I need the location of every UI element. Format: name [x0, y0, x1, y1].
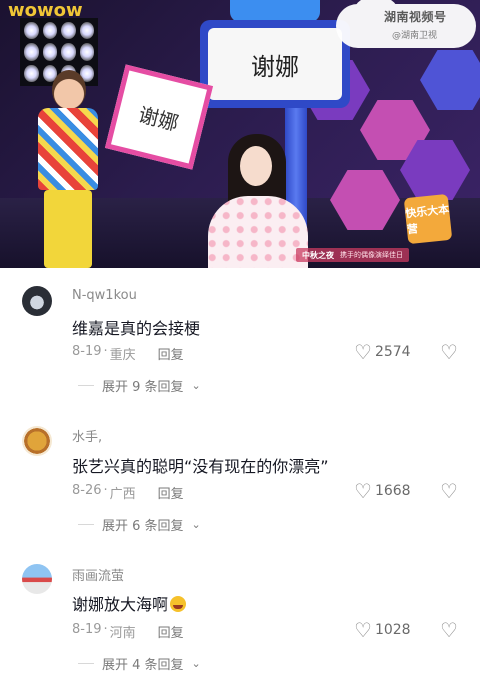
show-logo-text: wowow [8, 0, 83, 21]
caption-bar: 中秋之夜 携手的偶像演绎佳日 [296, 248, 409, 262]
caption-subtitle: 携手的偶像演绎佳日 [340, 251, 403, 259]
name-signboard: 谢娜 [200, 20, 350, 108]
held-card: 谢娜 [104, 64, 214, 170]
chevron-down-icon: ⌄ [191, 518, 201, 531]
heart-outline-icon: ♡ [354, 479, 372, 503]
reply-button[interactable]: 回复 [158, 622, 184, 641]
guest-figure [208, 134, 308, 268]
comment-username[interactable]: 雨画流萤 [72, 565, 124, 584]
heart-outline-icon: ♡ [354, 340, 372, 364]
host-figure [38, 70, 98, 268]
reply-button[interactable]: 回复 [158, 344, 184, 363]
comment-username[interactable]: 水手, [72, 426, 102, 445]
comment-text: 谢娜放大海啊 [72, 591, 187, 615]
comment-text: 维嘉是真的会接梗 [72, 319, 201, 338]
sign-top [230, 0, 320, 22]
like-count: 1668 [374, 483, 411, 499]
like-count: 2574 [374, 344, 411, 360]
expand-replies-label: 展开 6 条回复 [102, 519, 184, 534]
comment-location: 河南 [109, 626, 136, 641]
comment-text-body: 谢娜放大海啊 [72, 595, 169, 614]
caption-title: 中秋之夜 [302, 250, 334, 260]
comment-meta: 8-19 · 河南 回复 [72, 622, 184, 641]
broken-heart-icon[interactable]: ♡ [440, 620, 458, 640]
comment-location: 重庆 [109, 348, 136, 363]
comment-text: 张艺兴真的聪明“没有现在的你漂亮” [72, 457, 329, 476]
comment-meta: 8-26 · 广西 回复 [72, 483, 184, 502]
crying-laughing-emoji-icon [170, 596, 187, 612]
expand-replies-label: 展开 9 条回复 [102, 380, 184, 395]
comment-username[interactable]: N-qw1kou [72, 288, 137, 303]
avatar[interactable] [22, 286, 52, 316]
expand-replies-button[interactable]: 展开 4 条回复 ⌄ [78, 654, 201, 673]
comment-date: 8-19 [72, 622, 102, 637]
show-badge: 快乐大本营 [403, 193, 453, 245]
expand-replies-label: 展开 4 条回复 [102, 658, 184, 673]
heart-outline-icon: ♡ [354, 618, 372, 642]
chevron-down-icon: ⌄ [191, 379, 201, 392]
comment-location: 广西 [109, 487, 136, 502]
comment-meta: 8-19 · 重庆 回复 [72, 344, 184, 363]
hex-panel [420, 50, 480, 110]
divider-line [78, 663, 94, 664]
expand-replies-button[interactable]: 展开 9 条回复 ⌄ [78, 376, 201, 395]
comment-date: 8-19 [72, 344, 102, 359]
avatar[interactable] [22, 426, 52, 456]
divider-line [78, 524, 94, 525]
like-count: 1028 [374, 622, 411, 638]
like-button[interactable]: ♡ 2574 [354, 342, 411, 362]
watermark-subtext: @湖南卫视 [392, 31, 438, 41]
broken-heart-icon[interactable]: ♡ [440, 342, 458, 362]
avatar[interactable] [22, 564, 52, 594]
like-button[interactable]: ♡ 1028 [354, 620, 411, 640]
video-frame[interactable]: wowow 谢娜 谢娜 快乐大本营 湖南视频号 @湖南卫视 中秋之夜 携手的偶像… [0, 0, 480, 268]
chevron-down-icon: ⌄ [191, 657, 201, 670]
signboard-text: 谢娜 [208, 28, 342, 100]
comment-date: 8-26 [72, 483, 102, 498]
reply-button[interactable]: 回复 [158, 483, 184, 502]
watermark-text: 湖南视频号 [384, 10, 447, 24]
expand-replies-button[interactable]: 展开 6 条回复 ⌄ [78, 515, 201, 534]
divider-line [78, 385, 94, 386]
like-button[interactable]: ♡ 1668 [354, 481, 411, 501]
broken-heart-icon[interactable]: ♡ [440, 481, 458, 501]
